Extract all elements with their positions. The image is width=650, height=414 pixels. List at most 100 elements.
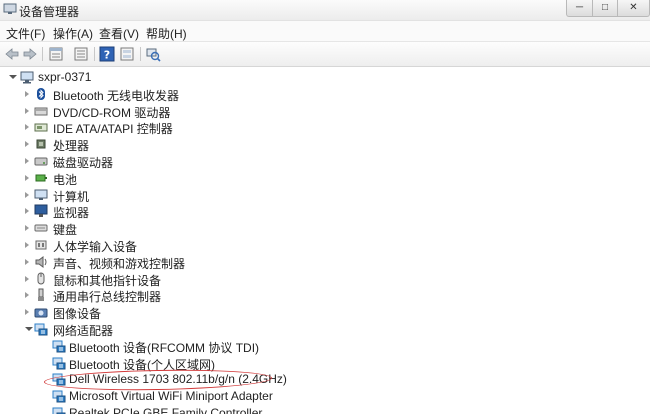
tree-node-label: 处理器: [53, 139, 90, 154]
toolbar-separator: [140, 47, 141, 61]
network-adapter-icon: [52, 340, 66, 353]
tree-category-2[interactable]: IDE ATA/ATAPI 控制器: [0, 119, 650, 136]
menu-bar: 文件(F) 操作(A) 查看(V) 帮助(H): [0, 21, 650, 42]
tree-category-8[interactable]: 键盘: [0, 220, 650, 237]
collapsed-arrow-icon[interactable]: [25, 191, 29, 198]
tree-category-4[interactable]: 磁盘驱动器: [0, 153, 650, 170]
tree-node-label: 网络适配器: [53, 324, 114, 338]
sound-icon: [35, 255, 47, 268]
tree-node-label: 人体学输入设备: [53, 240, 138, 254]
tree-node-label: Bluetooth 设备(个人区域网): [69, 357, 216, 372]
expanded-arrow-icon[interactable]: [9, 75, 17, 79]
collapsed-arrow-icon[interactable]: [25, 124, 29, 131]
tree-node-label: 电池: [53, 172, 78, 187]
menu-view[interactable]: 查看(V): [99, 25, 139, 42]
tree-category-1[interactable]: DVD/CD-ROM 驱动器: [0, 103, 650, 120]
tree-category-13[interactable]: 图像设备: [0, 304, 650, 321]
collapsed-arrow-icon[interactable]: [25, 292, 29, 299]
collapsed-arrow-icon[interactable]: [25, 208, 29, 215]
computer-root-icon: [20, 71, 34, 84]
menu-file[interactable]: 文件(F): [6, 25, 45, 42]
tree-root-node[interactable]: sxpr-0371: [0, 69, 650, 86]
minimize-button[interactable]: ─: [566, 0, 593, 17]
tree-node-label: Bluetooth 设备(RFCOMM 协议 TDI): [69, 340, 260, 355]
toolbar: ?: [0, 42, 650, 67]
tree-node-label: IDE ATA/ATAPI 控制器: [53, 122, 173, 137]
tree-category-3[interactable]: 处理器: [0, 136, 650, 153]
maximize-button[interactable]: □: [592, 0, 618, 17]
close-button[interactable]: ✕: [617, 0, 650, 17]
network-adapter-icon: [52, 357, 66, 370]
network-adapter-item-3[interactable]: Microsoft Virtual WiFi Miniport Adapter: [0, 388, 650, 405]
bluetooth-icon: [37, 87, 45, 100]
scan-hardware-icon[interactable]: [145, 46, 161, 62]
tree-node-label: Microsoft Virtual WiFi Miniport Adapter: [69, 389, 273, 404]
view-icon[interactable]: [119, 46, 135, 62]
tree-category-9[interactable]: 人体学输入设备: [0, 237, 650, 254]
usb-icon: [38, 288, 44, 302]
network-adapter-item-0[interactable]: Bluetooth 设备(RFCOMM 协议 TDI): [0, 338, 650, 355]
network-adapter-item-2[interactable]: Dell Wireless 1703 802.11b/g/n (2.4GHz): [0, 371, 650, 388]
tree-category-5[interactable]: 电池: [0, 170, 650, 187]
monitor-icon: [34, 204, 48, 218]
tree-category-0[interactable]: Bluetooth 无线电收发器: [0, 86, 650, 103]
computer-icon: [34, 189, 48, 200]
device-manager-window: 设备管理器 ─ □ ✕ 文件(F) 操作(A) 查看(V) 帮助(H) ? sx…: [0, 0, 650, 414]
collapsed-arrow-icon[interactable]: [25, 158, 29, 164]
ide-controller-icon: [34, 123, 48, 132]
processor-icon: [36, 139, 46, 149]
network-adapter-item-1[interactable]: Bluetooth 设备(个人区域网): [0, 355, 650, 372]
menu-action[interactable]: 操作(A): [53, 25, 93, 42]
tree-node-label: 鼠标和其他指针设备: [53, 273, 162, 288]
collapsed-arrow-icon[interactable]: [25, 225, 29, 232]
network-adapter-icon: [52, 373, 66, 386]
collapsed-arrow-icon[interactable]: [25, 275, 29, 282]
tree-node-label: Dell Wireless 1703 802.11b/g/n (2.4GHz): [69, 372, 287, 387]
expanded-arrow-icon[interactable]: [25, 327, 33, 331]
tree-node-label: Realtek PCIe GBE Family Controller: [69, 406, 263, 414]
tree-category-12[interactable]: 通用串行总线控制器: [0, 287, 650, 304]
collapsed-arrow-icon[interactable]: [25, 174, 29, 181]
keyboard-icon: [34, 224, 48, 232]
disk-drive-icon: [34, 157, 48, 166]
tree-node-label: 声音、视频和游戏控制器: [53, 256, 186, 271]
back-icon[interactable]: [4, 46, 20, 62]
collapsed-arrow-icon[interactable]: [25, 90, 29, 97]
collapsed-arrow-icon[interactable]: [25, 309, 29, 316]
tree-node-label: sxpr-0371: [38, 70, 92, 84]
title-bar[interactable]: 设备管理器 ─ □ ✕: [0, 0, 650, 21]
mouse-icon: [37, 272, 45, 285]
tree-node-label: 计算机: [53, 189, 90, 204]
cdrom-icon: [34, 107, 48, 116]
tree-node-label: 监视器: [53, 206, 90, 221]
network-adapter-item-4[interactable]: Realtek PCIe GBE Family Controller: [0, 405, 650, 414]
tree-node-label: 图像设备: [53, 307, 102, 322]
tree-category-11[interactable]: 鼠标和其他指针设备: [0, 271, 650, 288]
collapsed-arrow-icon[interactable]: [25, 141, 29, 148]
network-adapter-icon: [52, 407, 66, 414]
menu-help[interactable]: 帮助(H): [146, 25, 187, 42]
collapsed-arrow-icon[interactable]: [25, 258, 29, 265]
properties-icon[interactable]: [48, 46, 64, 62]
network-adapter-icon: [34, 323, 48, 336]
tree-node-label: 磁盘驱动器: [53, 156, 114, 170]
forward-icon[interactable]: [22, 46, 38, 62]
collapsed-arrow-icon[interactable]: [25, 242, 29, 248]
tree-category-7[interactable]: 监视器: [0, 203, 650, 220]
hid-icon: [35, 240, 47, 250]
tree-category-10[interactable]: 声音、视频和游戏控制器: [0, 254, 650, 271]
toolbar-separator: [94, 47, 95, 61]
toolbar-separator: [42, 47, 43, 61]
tree-category-14[interactable]: 网络适配器: [0, 321, 650, 338]
list-icon[interactable]: [73, 46, 89, 62]
collapsed-arrow-icon[interactable]: [25, 107, 29, 114]
network-adapter-icon: [52, 390, 66, 403]
device-manager-app-icon: [3, 3, 17, 14]
help-icon[interactable]: ?: [99, 46, 115, 62]
device-tree: sxpr-0371 Bluetooth 无线电收发器 DVD/CD-ROM 驱动器 I…: [0, 67, 650, 414]
window-title: 设备管理器: [19, 5, 80, 19]
svg-text:?: ?: [104, 49, 110, 62]
tree-category-6[interactable]: 计算机: [0, 187, 650, 204]
tree-node-label: DVD/CD-ROM 驱动器: [53, 105, 171, 120]
battery-icon: [35, 174, 47, 182]
